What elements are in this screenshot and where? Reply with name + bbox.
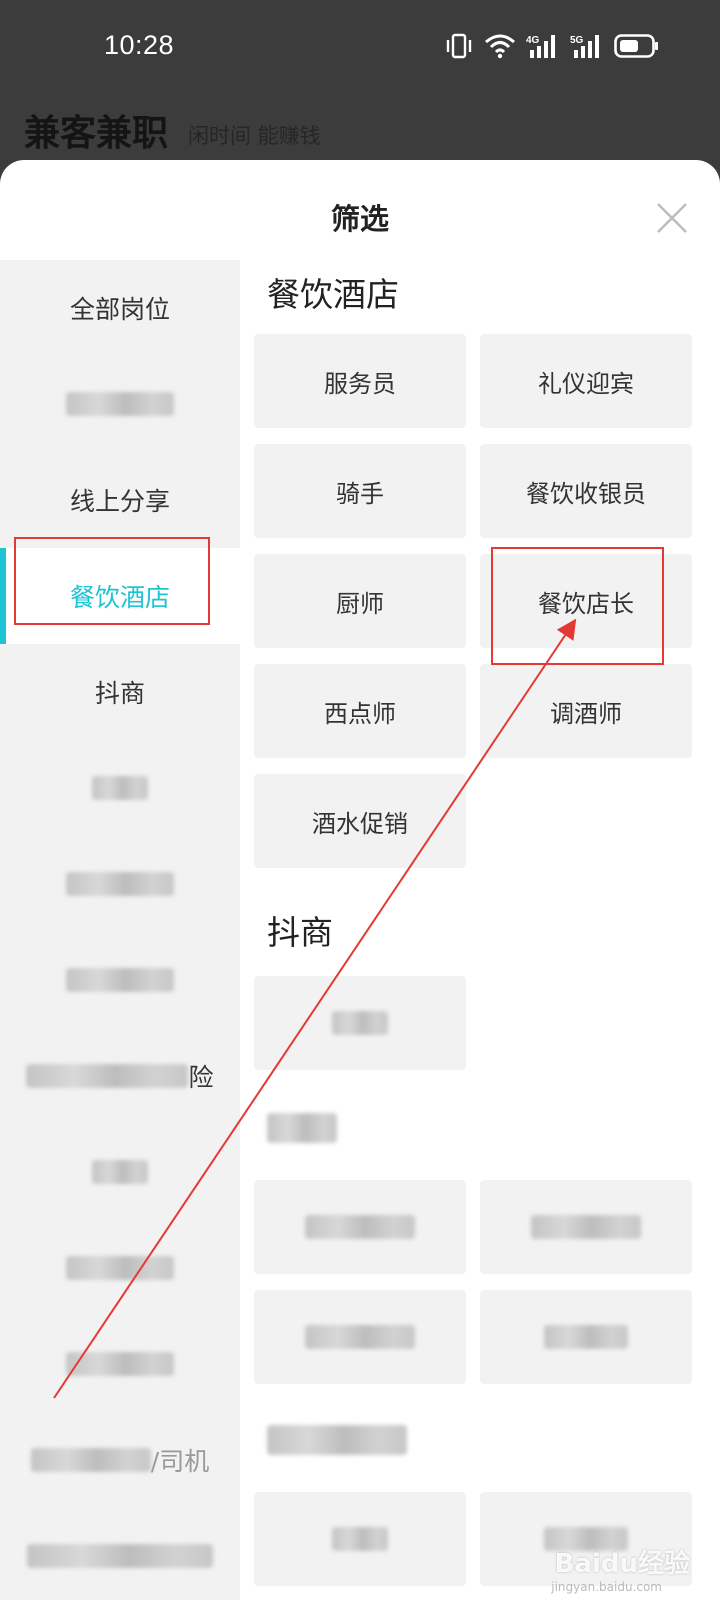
blurred-label (267, 1425, 407, 1455)
status-icons: 4G 5G (444, 32, 660, 60)
sidebar-item-label: 全部岗位 (69, 295, 170, 324)
filter-sheet: 筛选 全部岗位 线上分享 餐饮酒店 抖商 险 /司机 餐饮酒店 服务员 礼仪迎宾… (0, 160, 720, 1600)
watermark-url: jingyan.baidu.com (551, 1580, 662, 1594)
app-title: 兼客兼职 (24, 113, 169, 154)
network-5g-label: 5G (570, 35, 584, 46)
section-title-douyin-merchant: 抖商 (267, 913, 333, 952)
sidebar-item-insurance[interactable]: 险 (0, 1028, 240, 1124)
blurred-label (544, 1325, 628, 1349)
network-4g-label: 4G (526, 35, 540, 46)
section-title-catering-hotel: 餐饮酒店 (267, 275, 399, 314)
sidebar-item-label: 线上分享 (69, 487, 170, 516)
blurred-label (92, 1160, 148, 1184)
sidebar-item-blurred[interactable] (0, 1508, 240, 1600)
tag-store-manager[interactable]: 餐饮店长 (480, 554, 692, 648)
section-title-blurred (267, 1424, 407, 1458)
sidebar-item-blurred[interactable] (0, 1316, 240, 1412)
sidebar-item-driver[interactable]: /司机 (0, 1412, 240, 1508)
blurred-label (305, 1325, 415, 1349)
tag-rider[interactable]: 骑手 (254, 444, 466, 538)
tag-pastry-chef[interactable]: 西点师 (254, 664, 466, 758)
status-clock: 10:28 (104, 30, 175, 60)
tag-chef[interactable]: 厨师 (254, 554, 466, 648)
app-slogan: 闲时间 能赚钱 (188, 124, 321, 148)
status-bar: 10:28 4G 5G (0, 0, 720, 96)
tag-etiquette-greeter[interactable]: 礼仪迎宾 (480, 334, 692, 428)
tag-label: 礼仪迎宾 (538, 369, 634, 398)
section-title-blurred (267, 1112, 337, 1146)
tag-blurred[interactable] (480, 1180, 692, 1274)
sidebar-item-blurred[interactable] (0, 356, 240, 452)
sidebar-item-label: 险 (188, 1063, 214, 1092)
active-indicator (0, 548, 6, 644)
sidebar-item-label: 抖商 (94, 679, 145, 708)
wifi-icon (485, 34, 515, 59)
blurred-label (30, 1448, 151, 1472)
blurred-label (66, 872, 174, 896)
blurred-label (27, 1544, 213, 1568)
tag-catering-cashier[interactable]: 餐饮收银员 (480, 444, 692, 538)
sidebar-item-blurred[interactable] (0, 1220, 240, 1316)
sidebar-item-douyin-merchant[interactable]: 抖商 (0, 644, 240, 740)
blurred-label (66, 968, 174, 992)
sidebar-item-catering-hotel[interactable]: 餐饮酒店 (0, 548, 240, 644)
tag-label: 酒水促销 (312, 809, 408, 838)
tag-blurred[interactable] (254, 1290, 466, 1384)
blurred-label (305, 1215, 415, 1239)
vibrate-icon (446, 33, 472, 59)
tag-blurred[interactable] (254, 976, 466, 1070)
sidebar-item-blurred[interactable] (0, 1124, 240, 1220)
blurred-label (66, 392, 174, 416)
tag-blurred[interactable] (254, 1492, 466, 1586)
tag-label: 调酒师 (550, 699, 622, 728)
tag-label: 骑手 (336, 479, 384, 508)
sidebar-item-label: /司机 (150, 1447, 210, 1476)
tag-label: 厨师 (336, 589, 384, 618)
close-icon (657, 203, 687, 233)
blurred-label (66, 1352, 174, 1376)
tag-blurred[interactable] (480, 1290, 692, 1384)
tag-label: 餐饮收银员 (526, 479, 646, 508)
sheet-header: 筛选 (0, 160, 720, 260)
tag-waiter[interactable]: 服务员 (254, 334, 466, 428)
category-sidebar: 全部岗位 线上分享 餐饮酒店 抖商 险 /司机 (0, 260, 240, 1600)
tag-bartender[interactable]: 调酒师 (480, 664, 692, 758)
sidebar-item-online-share[interactable]: 线上分享 (0, 452, 240, 548)
sidebar-item-all-jobs[interactable]: 全部岗位 (0, 260, 240, 356)
sidebar-item-blurred[interactable] (0, 836, 240, 932)
blurred-label (26, 1064, 189, 1088)
sidebar-item-blurred[interactable] (0, 932, 240, 1028)
tag-label: 服务员 (324, 369, 396, 398)
blurred-label (332, 1011, 388, 1035)
tag-blurred[interactable] (254, 1180, 466, 1274)
blurred-label (66, 1256, 174, 1280)
blurred-label (531, 1215, 641, 1239)
close-button[interactable] (652, 198, 692, 238)
tag-label: 西点师 (324, 699, 396, 728)
tag-label: 餐饮店长 (538, 589, 634, 618)
tag-content: 餐饮酒店 服务员 礼仪迎宾 骑手 餐饮收银员 厨师 餐饮店长 西点师 调酒师 酒… (240, 260, 720, 1600)
sidebar-item-blurred[interactable] (0, 740, 240, 836)
sheet-title: 筛选 (330, 202, 389, 236)
signal-4g-icon: 4G (526, 35, 555, 58)
blurred-label (332, 1527, 388, 1551)
watermark: Baidu经验 (554, 1549, 690, 1579)
battery-icon (614, 34, 658, 58)
signal-5g-icon: 5G (570, 35, 599, 58)
sidebar-item-label: 餐饮酒店 (69, 583, 170, 612)
blurred-label (92, 776, 148, 800)
tag-beverage-promoter[interactable]: 酒水促销 (254, 774, 466, 868)
blurred-label (267, 1113, 337, 1143)
